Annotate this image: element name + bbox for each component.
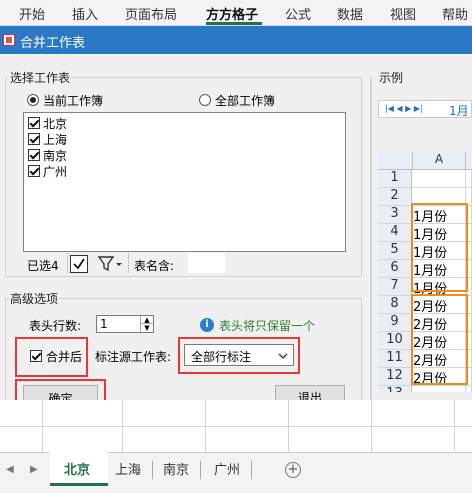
preview-group-2 xyxy=(411,294,468,385)
list-item[interactable]: 北京 xyxy=(28,115,108,131)
list-item[interactable]: 广州 xyxy=(28,163,108,179)
name-contains-input[interactable] xyxy=(188,253,225,273)
preview-nav: |◀ ◀ ▶ ▶| 1月 xyxy=(378,100,472,118)
divider xyxy=(152,461,153,479)
row-number: 9 xyxy=(378,314,412,332)
preview-cell xyxy=(412,170,466,188)
info-text: 表头将只保留一个 xyxy=(219,319,316,333)
sheet-tab-shanghai[interactable]: 上海 xyxy=(115,459,141,478)
ribbon-tab-insert[interactable]: 插入 xyxy=(72,4,98,23)
row-number: 4 xyxy=(378,224,412,242)
scroll-right-icon[interactable]: ▶ xyxy=(30,464,38,475)
highlight-merge-after xyxy=(15,337,88,377)
app-icon xyxy=(3,34,15,46)
radio-current-workbook-label[interactable]: 当前工作簿 xyxy=(43,92,103,109)
highlight-mark-source xyxy=(178,337,300,374)
spin-down-icon[interactable]: ▼ xyxy=(140,324,153,332)
sheet-checkbox[interactable] xyxy=(28,133,40,145)
list-item[interactable]: 南京 xyxy=(28,147,108,163)
row-number: 2 xyxy=(378,188,412,206)
preview-sheet-tab: 1月 xyxy=(449,104,469,118)
advanced-options-label: 高级选项 xyxy=(9,290,60,307)
example-label: 示例 xyxy=(378,69,405,86)
grid-line xyxy=(371,400,372,452)
ribbon-tab-home[interactable]: 开始 xyxy=(19,4,45,23)
row-number: 3 xyxy=(378,206,412,224)
sheet-tab-nanjing[interactable]: 南京 xyxy=(163,459,189,478)
check-all-icon[interactable] xyxy=(70,255,88,273)
radio-current-workbook[interactable] xyxy=(27,94,39,106)
grid-line xyxy=(205,400,206,452)
header-rows-value[interactable]: 1 xyxy=(100,317,108,331)
ribbon-tab-view[interactable]: 视图 xyxy=(390,4,416,23)
row-number: 11 xyxy=(378,350,412,368)
ribbon-tab-page-layout[interactable]: 页面布局 xyxy=(125,4,177,23)
preview-cell xyxy=(412,386,466,392)
ribbon-tabs: 开始 插入 页面布局 方方格子 公式 数据 视图 帮助 xyxy=(0,0,472,26)
add-sheet-icon[interactable]: + xyxy=(285,462,301,478)
row-number: 12 xyxy=(378,368,412,386)
preview-cell xyxy=(466,170,472,188)
radio-all-workbooks-label[interactable]: 全部工作簿 xyxy=(215,92,275,109)
divider xyxy=(200,461,201,479)
sheet-label: 北京 xyxy=(43,117,68,131)
sheet-checkbox[interactable] xyxy=(28,165,40,177)
header-rows-label: 表头行数: xyxy=(29,319,82,333)
row-number: 7 xyxy=(378,278,412,296)
row-number: 8 xyxy=(378,296,412,314)
row-number: 10 xyxy=(378,332,412,350)
divider xyxy=(67,253,68,273)
sheet-checkbox[interactable] xyxy=(28,149,40,161)
sheet-tab-bar: ◀ ▶ 北京 上海 南京 广州 + xyxy=(0,452,472,493)
list-item[interactable]: 上海 xyxy=(28,131,108,147)
radio-all-workbooks[interactable] xyxy=(199,94,211,106)
divider xyxy=(251,461,252,479)
sheet-tab-guangzhou[interactable]: 广州 xyxy=(214,459,240,478)
active-tab-indicator xyxy=(206,22,262,25)
filter-icon[interactable] xyxy=(97,256,124,272)
info-icon: i xyxy=(200,318,214,332)
sheet-checkbox[interactable] xyxy=(28,117,40,129)
name-contains-label: 表名含: xyxy=(134,259,175,273)
preview-column-header-row: A xyxy=(378,152,472,170)
grid-line xyxy=(0,426,472,427)
nav-arrows-icon: |◀ ◀ ▶ ▶| xyxy=(385,104,423,113)
sheet-tab-beijing[interactable]: 北京 xyxy=(64,459,90,478)
preview-cell xyxy=(466,386,472,392)
ribbon-tab-data[interactable]: 数据 xyxy=(337,4,363,23)
sheet-list[interactable]: 北京 上海 南京 广州 xyxy=(23,112,346,252)
grid-line xyxy=(288,400,289,452)
ribbon-tab-formulas[interactable]: 公式 xyxy=(285,4,311,23)
preview-group-1 xyxy=(411,203,468,292)
ribbon-tab-fangfang[interactable]: 方方格子 xyxy=(206,4,258,23)
ribbon-tab-help[interactable]: 帮助 xyxy=(442,4,468,23)
row-number: 6 xyxy=(378,260,412,278)
sheet-label: 南京 xyxy=(43,149,68,163)
spin-up-icon[interactable]: ▲ xyxy=(140,316,153,324)
example-preview: |◀ ◀ ▶ ▶| 1月 A 1 2 3 1月份 4 1月份 5 1月份 6 1月份 7 1月份 8 2月… xyxy=(378,90,472,392)
dialog-title: 合并工作表 xyxy=(20,36,86,51)
group-border xyxy=(370,78,372,408)
mark-source-label: 标注源工作表: xyxy=(95,350,172,364)
header-rows-stepper[interactable]: 1 ▲ ▼ xyxy=(96,315,154,333)
grid-line xyxy=(42,400,43,452)
spreadsheet-grid xyxy=(0,400,472,452)
divider xyxy=(128,253,129,273)
dialog-title-bar[interactable]: 合并工作表 xyxy=(0,26,472,54)
grid-line xyxy=(122,400,123,452)
row-number: 13 xyxy=(378,386,412,392)
scroll-left-icon[interactable]: ◀ xyxy=(6,464,14,475)
sheet-label: 上海 xyxy=(43,133,68,147)
grid-line xyxy=(454,400,455,452)
sheet-label: 广州 xyxy=(43,165,68,179)
column-header: A xyxy=(412,152,466,170)
selected-count: 已选4 xyxy=(27,259,59,273)
row-number: 1 xyxy=(378,170,412,188)
select-sheets-label: 选择工作表 xyxy=(9,69,72,86)
row-number: 5 xyxy=(378,242,412,260)
